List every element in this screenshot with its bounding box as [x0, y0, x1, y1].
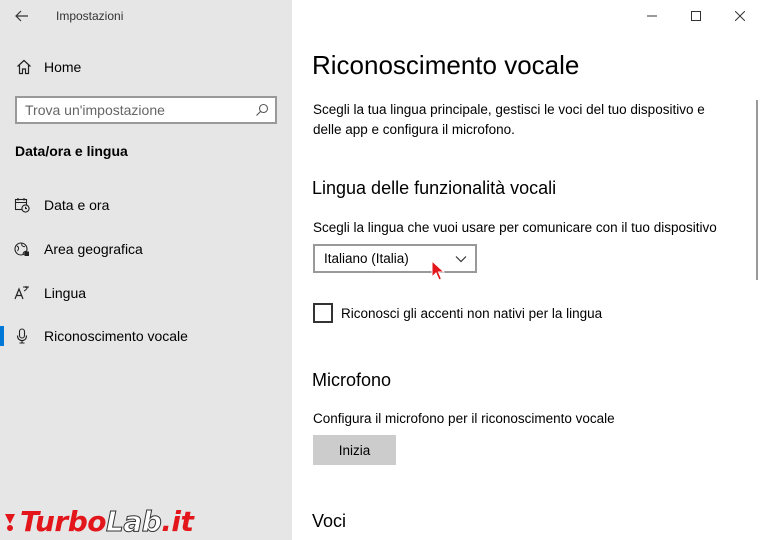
titlebar-left: Impostazioni	[0, 0, 292, 32]
voices-section-heading: Voci	[312, 511, 347, 531]
calendar-clock-icon	[14, 198, 30, 213]
accent-checkbox-label[interactable]: Riconosci gli accenti non nativi per la …	[341, 306, 602, 321]
search-input[interactable]	[25, 102, 249, 118]
sidebar-item-riconoscimento-vocale[interactable]: Riconoscimento vocale	[0, 316, 292, 356]
accent-checkbox-row[interactable]: Riconosci gli accenti non nativi per la …	[313, 303, 602, 323]
window-controls	[630, 0, 762, 32]
sidebar-item-area-geografica[interactable]: Area geografica	[0, 229, 292, 269]
globe-icon	[14, 242, 29, 256]
maximize-icon	[691, 11, 701, 21]
content-pane: Riconoscimento vocale Scegli la tua ling…	[292, 0, 762, 540]
sidebar-section-title: Data/ora e lingua	[15, 143, 128, 159]
home-icon	[17, 59, 31, 75]
home-label: Home	[44, 59, 82, 75]
sidebar-item-label: Data e ora	[44, 197, 110, 213]
window-title: Impostazioni	[56, 9, 124, 23]
sidebar-item-data-e-ora[interactable]: Data e ora	[0, 185, 292, 225]
search-box[interactable]	[15, 96, 277, 124]
mouse-cursor-icon	[431, 260, 445, 281]
close-icon	[735, 11, 745, 21]
language-dropdown-value: Italiano (Italia)	[324, 251, 409, 266]
language-dropdown[interactable]: Italiano (Italia)	[313, 244, 477, 273]
scrollbar[interactable]	[756, 100, 758, 280]
turbolab-logo-icon	[5, 513, 15, 531]
sidebar-item-lingua[interactable]: Lingua	[0, 273, 292, 313]
turbolab-watermark: Turbo Lab .it	[2, 505, 194, 539]
start-microphone-button[interactable]: Inizia	[313, 435, 396, 465]
maximize-button[interactable]	[674, 0, 718, 32]
back-button[interactable]	[0, 0, 44, 32]
close-button[interactable]	[718, 0, 762, 32]
microphone-section-heading: Microfono	[312, 370, 392, 390]
microphone-icon	[16, 328, 28, 344]
search-icon[interactable]	[249, 98, 275, 122]
watermark-part2: Lab	[106, 505, 163, 539]
sidebar-item-label: Area geografica	[44, 241, 143, 257]
sidebar-item-label: Riconoscimento vocale	[44, 328, 188, 344]
intro-text: Scegli la tua lingua principale, gestisc…	[313, 102, 705, 137]
minimize-icon	[647, 15, 657, 17]
language-section-description: Scegli la lingua che vuoi usare per comu…	[313, 220, 717, 235]
minimize-button[interactable]	[630, 0, 674, 32]
home-link[interactable]: Home	[16, 56, 81, 78]
watermark-part3: .it	[161, 505, 194, 538]
chevron-down-icon	[455, 255, 467, 262]
language-icon	[14, 286, 29, 300]
accent-checkbox[interactable]	[313, 303, 333, 323]
sidebar-item-label: Lingua	[44, 285, 87, 301]
microphone-section-description: Configura il microfono per il riconoscim…	[313, 411, 615, 426]
sidebar: Impostazioni Home Data/ora e lingua Data…	[0, 0, 292, 540]
language-section-heading: Lingua delle funzionalità vocali	[312, 178, 557, 198]
page-title: Riconoscimento vocale	[312, 50, 580, 80]
watermark-part1: Turbo	[20, 505, 107, 538]
back-arrow-icon	[15, 10, 28, 22]
